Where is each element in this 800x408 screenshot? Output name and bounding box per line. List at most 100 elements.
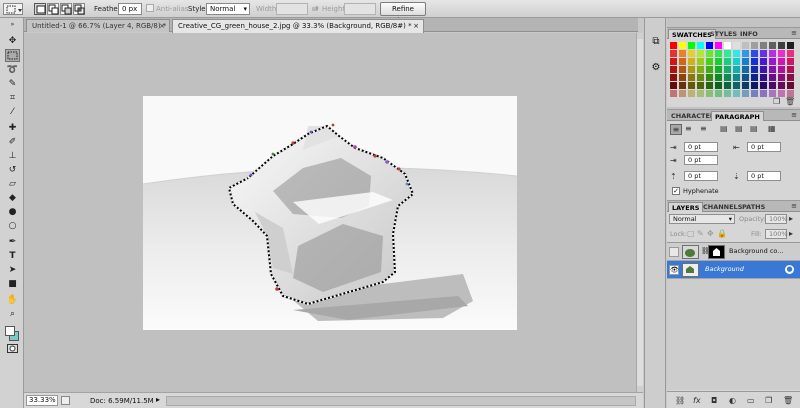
- color-swatch[interactable]: [787, 42, 794, 49]
- tab-info[interactable]: INFO: [737, 29, 761, 39]
- color-swatch[interactable]: [751, 42, 758, 49]
- color-swatch[interactable]: [679, 66, 686, 73]
- color-swatch[interactable]: [724, 82, 731, 89]
- color-swatch[interactable]: [787, 50, 794, 57]
- color-swatch[interactable]: [715, 82, 722, 89]
- lock-image-icon[interactable]: ✎: [697, 229, 704, 238]
- hyphenate-checkbox[interactable]: ✓: [672, 187, 680, 195]
- eye-icon[interactable]: 👁: [669, 265, 679, 275]
- color-swatch[interactable]: [787, 90, 794, 97]
- color-swatch[interactable]: [706, 58, 713, 65]
- color-swatch[interactable]: [724, 50, 731, 57]
- chevron-right-icon[interactable]: ▸: [789, 214, 793, 223]
- hand-tool-icon[interactable]: ✋: [5, 293, 20, 306]
- paint-bucket-tool-icon[interactable]: ◆: [5, 191, 20, 204]
- align-center-icon[interactable]: ≡: [685, 124, 692, 133]
- actions-panel-icon[interactable]: ⚙: [650, 62, 662, 74]
- blend-mode-select[interactable]: Normal ▾: [669, 214, 735, 224]
- dodge-tool-icon[interactable]: ○: [5, 219, 20, 232]
- canvas-area[interactable]: [24, 33, 636, 392]
- color-swatch[interactable]: [733, 82, 740, 89]
- color-swatch[interactable]: [724, 58, 731, 65]
- clone-stamp-tool-icon[interactable]: ⊥: [5, 149, 20, 162]
- justify-all-icon[interactable]: ▦: [768, 124, 776, 133]
- toolbox-collapse-icon[interactable]: »: [5, 21, 20, 28]
- add-to-selection-icon[interactable]: [47, 3, 59, 15]
- color-swatch[interactable]: [697, 42, 704, 49]
- zoom-level-field[interactable]: 33.33%: [26, 395, 58, 406]
- color-swatch[interactable]: [778, 42, 785, 49]
- color-swatch[interactable]: [715, 90, 722, 97]
- align-left-icon[interactable]: ≡: [670, 124, 682, 135]
- chevron-right-icon[interactable]: ▸: [789, 229, 793, 238]
- color-swatch[interactable]: [769, 82, 776, 89]
- type-tool-icon[interactable]: T: [5, 249, 20, 262]
- tab-untitled-1[interactable]: Untitled-1 @ 66.7% (Layer 4, RGB/8) * ×: [26, 19, 170, 32]
- color-swatch[interactable]: [679, 90, 686, 97]
- tab-styles[interactable]: STYLES: [707, 29, 740, 39]
- color-swatch[interactable]: [670, 82, 677, 89]
- color-swatch[interactable]: [679, 58, 686, 65]
- color-swatch[interactable]: [697, 90, 704, 97]
- rectangle-tool-icon[interactable]: ■: [5, 277, 20, 290]
- color-swatch[interactable]: [760, 58, 767, 65]
- status-menu-icon[interactable]: ▸: [156, 395, 160, 404]
- color-swatch[interactable]: [778, 58, 785, 65]
- color-swatch[interactable]: [688, 90, 695, 97]
- scroll-up-icon[interactable]: [637, 33, 643, 39]
- color-swatch[interactable]: [787, 66, 794, 73]
- blur-tool-icon[interactable]: ●: [5, 205, 20, 218]
- color-swatch[interactable]: [715, 58, 722, 65]
- color-swatch[interactable]: [787, 58, 794, 65]
- lock-position-icon[interactable]: ✥: [707, 229, 714, 238]
- color-swatch[interactable]: [706, 90, 713, 97]
- eyedropper-tool-icon[interactable]: ⁄: [5, 105, 20, 118]
- color-swatch[interactable]: [706, 50, 713, 57]
- width-input[interactable]: [276, 3, 308, 15]
- style-select[interactable]: Normal ▾: [206, 3, 250, 15]
- color-swatch[interactable]: [769, 50, 776, 57]
- opacity-input[interactable]: 100%: [765, 214, 788, 224]
- color-swatch[interactable]: [706, 74, 713, 81]
- color-swatch[interactable]: [760, 42, 767, 49]
- brush-tool-icon[interactable]: ✐: [5, 135, 20, 148]
- color-swatch[interactable]: [724, 66, 731, 73]
- space-before-input[interactable]: 0 pt: [684, 171, 718, 181]
- new-selection-icon[interactable]: [34, 3, 46, 15]
- color-swatch[interactable]: [715, 42, 722, 49]
- trash-icon[interactable]: 🗑: [785, 97, 795, 106]
- eraser-tool-icon[interactable]: ▱: [5, 177, 20, 190]
- justify-right-icon[interactable]: ▤: [750, 124, 758, 133]
- color-swatch[interactable]: [697, 74, 704, 81]
- color-swatch[interactable]: [733, 90, 740, 97]
- color-swatch[interactable]: [778, 82, 785, 89]
- color-swatch[interactable]: [760, 66, 767, 73]
- tab-paragraph[interactable]: PARAGRAPH: [711, 111, 764, 121]
- move-tool-icon[interactable]: ✥: [5, 34, 20, 47]
- healing-brush-tool-icon[interactable]: ✚: [5, 121, 20, 134]
- color-swatch[interactable]: [715, 50, 722, 57]
- fx-icon[interactable]: fx: [693, 396, 701, 405]
- lock-transparency-icon[interactable]: ▢: [687, 229, 695, 238]
- color-swatch[interactable]: [760, 90, 767, 97]
- color-swatch[interactable]: [787, 82, 794, 89]
- first-line-indent-input[interactable]: 0 pt: [684, 155, 718, 165]
- align-right-icon[interactable]: ≡: [700, 124, 707, 133]
- color-swatch[interactable]: [742, 58, 749, 65]
- height-input[interactable]: [344, 3, 376, 15]
- color-swatch[interactable]: [742, 82, 749, 89]
- color-swatch[interactable]: [724, 90, 731, 97]
- color-swatch[interactable]: [742, 50, 749, 57]
- crop-tool-icon[interactable]: ⌗: [5, 91, 20, 104]
- color-swatch[interactable]: [679, 82, 686, 89]
- quick-selection-tool-icon[interactable]: ✎: [5, 77, 20, 90]
- color-swatch[interactable]: [778, 66, 785, 73]
- color-swatch[interactable]: [769, 42, 776, 49]
- color-swatch[interactable]: [769, 74, 776, 81]
- color-swatch[interactable]: [688, 50, 695, 57]
- color-swatch[interactable]: [733, 50, 740, 57]
- color-swatch[interactable]: [688, 82, 695, 89]
- vertical-scrollbar[interactable]: [636, 33, 643, 392]
- pen-tool-icon[interactable]: ✒: [5, 235, 20, 248]
- panel-menu-icon[interactable]: ≡: [791, 202, 797, 210]
